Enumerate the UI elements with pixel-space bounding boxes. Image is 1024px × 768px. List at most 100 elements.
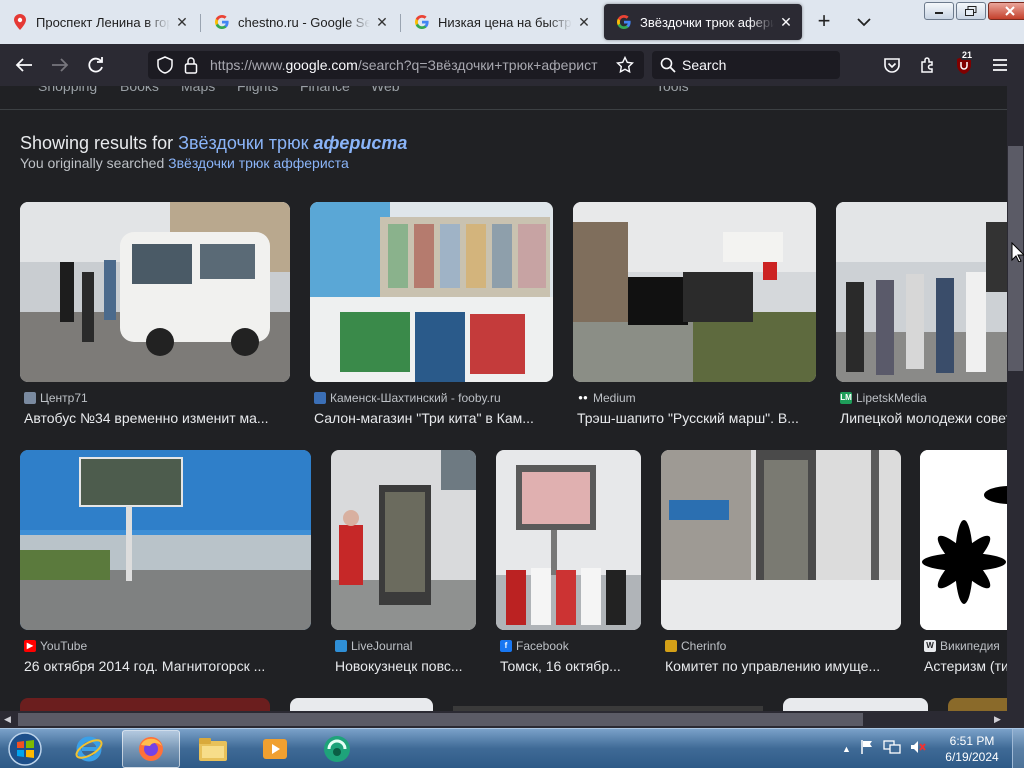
taskbar-media-player[interactable] bbox=[246, 730, 304, 768]
result-thumbnail[interactable] bbox=[310, 202, 553, 382]
nav-books[interactable]: Books bbox=[120, 86, 159, 94]
show-desktop-button[interactable] bbox=[1012, 729, 1024, 768]
result-thumbnail[interactable] bbox=[920, 450, 1007, 630]
taskbar-explorer[interactable] bbox=[184, 730, 242, 768]
image-result[interactable]: LiveJournal Новокузнецк повс... bbox=[331, 450, 476, 680]
url-bar[interactable]: https://www.google.com/search?q=Звёздочк… bbox=[148, 51, 644, 79]
lock-icon[interactable] bbox=[184, 56, 198, 79]
result-thumbnail[interactable] bbox=[496, 450, 641, 630]
image-result[interactable]: Cherinfo Комитет по управлению имуще... bbox=[661, 450, 901, 680]
image-result-partial[interactable] bbox=[948, 698, 1007, 711]
url-text[interactable]: https://www.google.com/search?q=Звёздочк… bbox=[210, 57, 606, 73]
result-thumbnail[interactable] bbox=[573, 202, 816, 382]
scroll-right-icon[interactable]: ▶ bbox=[994, 714, 1001, 725]
image-result[interactable]: W Википедия Астеризм (ти bbox=[920, 450, 1007, 680]
image-result[interactable]: LM LipetskMedia Липецкой молодежи советую bbox=[836, 202, 1007, 432]
close-icon[interactable]: ✕ bbox=[174, 14, 190, 31]
result-thumbnail[interactable] bbox=[20, 450, 311, 630]
vertical-scrollbar[interactable] bbox=[1007, 86, 1024, 711]
pocket-icon bbox=[884, 58, 900, 73]
result-title[interactable]: Астеризм (ти bbox=[924, 658, 1007, 674]
source-name: LiveJournal bbox=[351, 639, 413, 653]
taskbar-firefox[interactable] bbox=[122, 730, 180, 768]
tab-4-active[interactable]: Звёздочки трюк аферис ✕ bbox=[604, 4, 802, 40]
close-icon[interactable]: ✕ bbox=[576, 14, 592, 31]
horizontal-scrollbar[interactable]: ◀ ▶ bbox=[0, 711, 1024, 728]
media-player-icon bbox=[263, 739, 287, 759]
url-path: /search?q=Звёздочки+трюк+аферист bbox=[357, 57, 598, 73]
url-prefix: https://www. bbox=[210, 57, 286, 73]
nav-finance[interactable]: Finance bbox=[300, 86, 350, 94]
menu-button[interactable] bbox=[988, 53, 1012, 77]
reload-button[interactable] bbox=[84, 53, 108, 77]
forward-arrow-icon bbox=[52, 58, 69, 72]
mouse-cursor-icon bbox=[1011, 241, 1024, 267]
source-name: Medium bbox=[593, 391, 636, 405]
flag-icon[interactable] bbox=[859, 739, 875, 760]
nav-tools[interactable]: Tools bbox=[656, 86, 689, 94]
close-icon[interactable]: ✕ bbox=[778, 14, 794, 31]
tab-1[interactable]: Проспект Ленина в город ✕ bbox=[0, 4, 198, 40]
search-bar[interactable]: Search bbox=[652, 51, 840, 79]
nav-web[interactable]: Web bbox=[371, 86, 400, 94]
result-thumbnail[interactable] bbox=[661, 450, 901, 630]
result-title[interactable]: Липецкой молодежи советую bbox=[840, 410, 1007, 426]
image-result-partial[interactable] bbox=[290, 698, 433, 711]
result-title[interactable]: Трэш-шапито "Русский марш". В... bbox=[577, 410, 812, 426]
image-result-partial[interactable] bbox=[20, 698, 270, 711]
image-result[interactable]: ▶ YouTube 26 октября 2014 год. Магнитогор… bbox=[20, 450, 311, 680]
new-tab-button[interactable]: + bbox=[812, 10, 836, 34]
scrollbar-thumb[interactable] bbox=[18, 713, 863, 726]
network-icon[interactable] bbox=[883, 739, 901, 760]
tab-label: chestno.ru - Google Search bbox=[238, 14, 370, 30]
showing-prefix: Showing results for bbox=[20, 133, 179, 153]
system-clock[interactable]: 6:51 PM 6/19/2024 bbox=[934, 733, 1010, 765]
result-source: ▶ YouTube bbox=[24, 639, 87, 653]
result-title[interactable]: Автобус №34 временно изменит ма... bbox=[24, 410, 286, 426]
result-thumbnail[interactable] bbox=[836, 202, 1007, 382]
image-result[interactable]: ●● Medium Трэш-шапито "Русский марш". В..… bbox=[573, 202, 816, 432]
image-result[interactable]: Центр71 Автобус №34 временно изменит ма.… bbox=[20, 202, 290, 432]
showing-results-line: Showing results for Звёздочки трюк афери… bbox=[20, 133, 407, 154]
pocket-button[interactable] bbox=[880, 53, 904, 77]
result-thumbnail[interactable] bbox=[331, 450, 476, 630]
tray-expand-icon[interactable]: ▲ bbox=[842, 744, 851, 754]
result-title[interactable]: 26 октября 2014 год. Магнитогорск ... bbox=[24, 658, 307, 674]
minimize-button[interactable] bbox=[924, 2, 954, 20]
nav-toolbar: https://www.google.com/search?q=Звёздочк… bbox=[0, 44, 1024, 86]
bookmark-star-icon[interactable] bbox=[615, 55, 635, 79]
nav-shopping[interactable]: Shopping bbox=[38, 86, 97, 94]
result-source: W Википедия bbox=[924, 639, 1000, 653]
corrected-query-link[interactable]: Звёздочки трюк афериста bbox=[178, 133, 407, 153]
image-result[interactable]: f Facebook Томск, 16 октябр... bbox=[496, 450, 641, 680]
volume-muted-icon[interactable] bbox=[909, 739, 927, 760]
nav-flights[interactable]: Flights bbox=[237, 86, 278, 94]
close-icon[interactable]: ✕ bbox=[374, 14, 390, 31]
extensions-button[interactable] bbox=[916, 53, 940, 77]
app-icon bbox=[324, 736, 350, 762]
chevron-down-icon[interactable] bbox=[852, 12, 876, 32]
back-button[interactable] bbox=[12, 53, 36, 77]
tab-divider bbox=[200, 14, 201, 32]
result-title[interactable]: Новокузнецк повс... bbox=[335, 658, 476, 674]
result-thumbnail[interactable] bbox=[20, 202, 290, 382]
close-window-button[interactable] bbox=[988, 2, 1024, 20]
taskbar-ie[interactable] bbox=[60, 730, 118, 768]
image-result-partial[interactable] bbox=[783, 698, 928, 711]
tab-3[interactable]: Низкая цена на быстрый ✕ bbox=[402, 4, 600, 40]
puzzle-icon bbox=[921, 57, 933, 73]
restore-button[interactable] bbox=[956, 2, 986, 20]
ie-icon bbox=[75, 736, 103, 762]
tracking-shield-icon[interactable] bbox=[156, 56, 174, 79]
taskbar-app[interactable] bbox=[308, 730, 366, 768]
result-title[interactable]: Томск, 16 октябр... bbox=[500, 658, 641, 674]
image-result[interactable]: Каменск-Шахтинский - fooby.ru Салон-мага… bbox=[310, 202, 553, 432]
original-query-link[interactable]: Звёздочки трюк афферистa bbox=[168, 155, 349, 171]
nav-maps[interactable]: Maps bbox=[181, 86, 215, 94]
start-button[interactable] bbox=[6, 731, 44, 767]
scroll-left-icon[interactable]: ◀ bbox=[4, 714, 11, 725]
tab-2[interactable]: chestno.ru - Google Search ✕ bbox=[202, 4, 398, 40]
result-title[interactable]: Комитет по управлению имуще... bbox=[665, 658, 901, 674]
result-title[interactable]: Салон-магазин "Три кита" в Кам... bbox=[314, 410, 549, 426]
forward-button[interactable] bbox=[48, 53, 72, 77]
